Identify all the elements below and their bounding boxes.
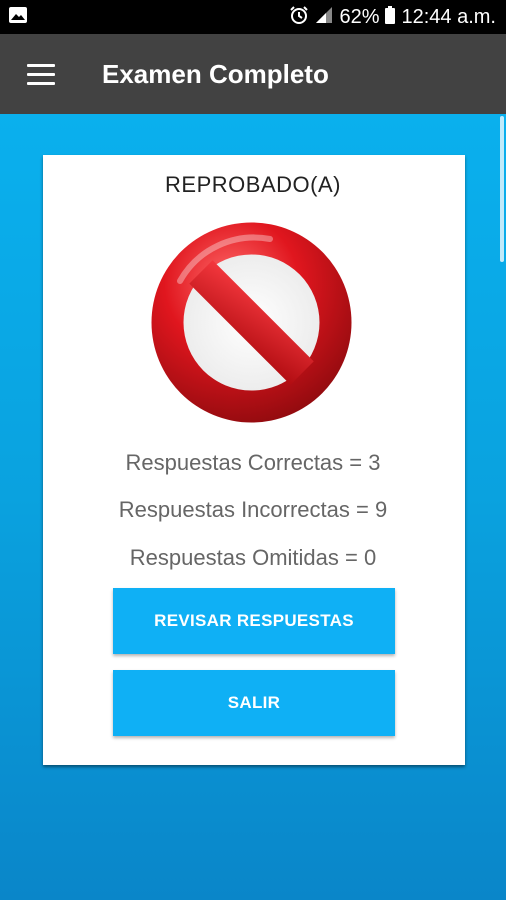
incorrect-answers-count: Respuestas Incorrectas = 9 — [118, 497, 388, 522]
menu-button[interactable] — [0, 34, 82, 114]
signal-icon — [315, 6, 333, 28]
app-bar: Examen Completo — [0, 34, 506, 114]
clock: 12:44 a.m. — [401, 6, 496, 28]
battery-percent: 62% — [339, 6, 380, 28]
prohibited-sign-icon — [150, 221, 353, 424]
exit-button[interactable]: SALIR — [113, 670, 395, 736]
status-bar: 62% 12:44 a.m. — [0, 0, 506, 34]
menu-icon — [27, 63, 55, 85]
app-title: Examen Completo — [102, 58, 329, 89]
review-answers-button[interactable]: REVISAR RESPUESTAS — [113, 588, 395, 654]
image-icon — [8, 6, 28, 29]
correct-answers-count: Respuestas Correctas = 3 — [125, 450, 381, 475]
result-title: REPROBADO(A) — [165, 172, 341, 197]
battery-icon — [385, 6, 396, 28]
omitted-answers-count: Respuestas Omitidas = 0 — [129, 545, 377, 570]
alarm-icon — [289, 5, 309, 29]
